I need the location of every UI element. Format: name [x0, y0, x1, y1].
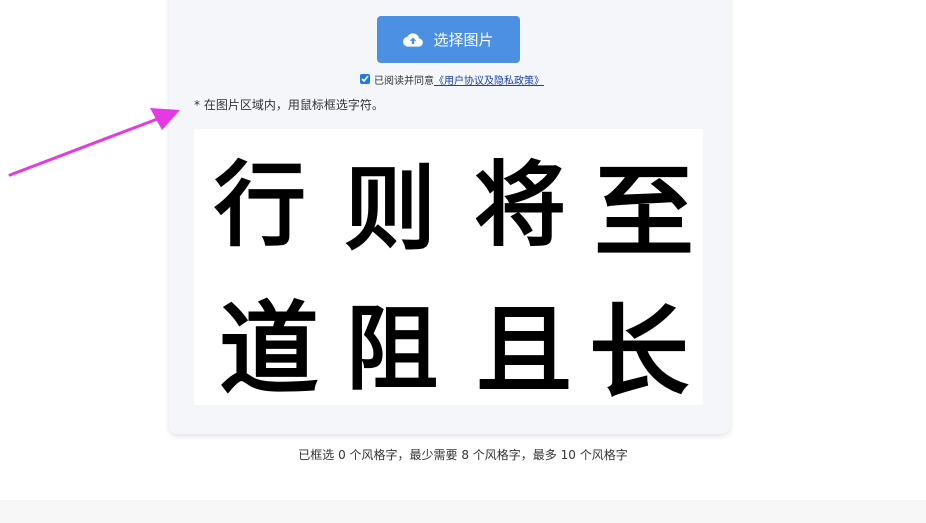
- agreement-link[interactable]: 《用户协议及隐私政策》: [434, 72, 544, 87]
- glyph-row2-2: 阻: [346, 295, 438, 403]
- glyph-row1-2: 则: [344, 155, 436, 263]
- page-bottom-strip: [0, 500, 926, 523]
- agreement-checkbox[interactable]: [360, 74, 370, 84]
- glyph-row1-4: 至: [594, 153, 694, 271]
- agreement-text: 已阅读并同意: [374, 75, 434, 87]
- glyph-row1-1: 行: [214, 151, 306, 259]
- calligraphy-image-area[interactable]: 行 则 将 至 道 阻 且 长: [194, 129, 703, 411]
- cloud-upload-icon: [403, 32, 424, 47]
- calligraphy-image: 行 则 将 至 道 阻 且 长: [214, 151, 694, 411]
- select-image-label: 选择图片: [433, 31, 494, 49]
- agreement-row: 已阅读并同意 《用户协议及隐私政策》: [360, 72, 544, 87]
- selection-hint: * 在图片区域内，用鼠标框选字符。: [194, 98, 384, 112]
- select-image-button[interactable]: 选择图片: [377, 16, 520, 63]
- glyph-row2-1: 道: [219, 290, 319, 405]
- selection-status: 已框选 0 个风格字，最少需要 8 个风格字，最多 10 个风格字: [298, 448, 628, 462]
- glyph-row2-4: 长: [589, 293, 689, 405]
- annotation-arrow-icon: [8, 108, 180, 177]
- glyph-row2-3: 且: [476, 294, 572, 405]
- glyph-row1-3: 将: [474, 151, 566, 259]
